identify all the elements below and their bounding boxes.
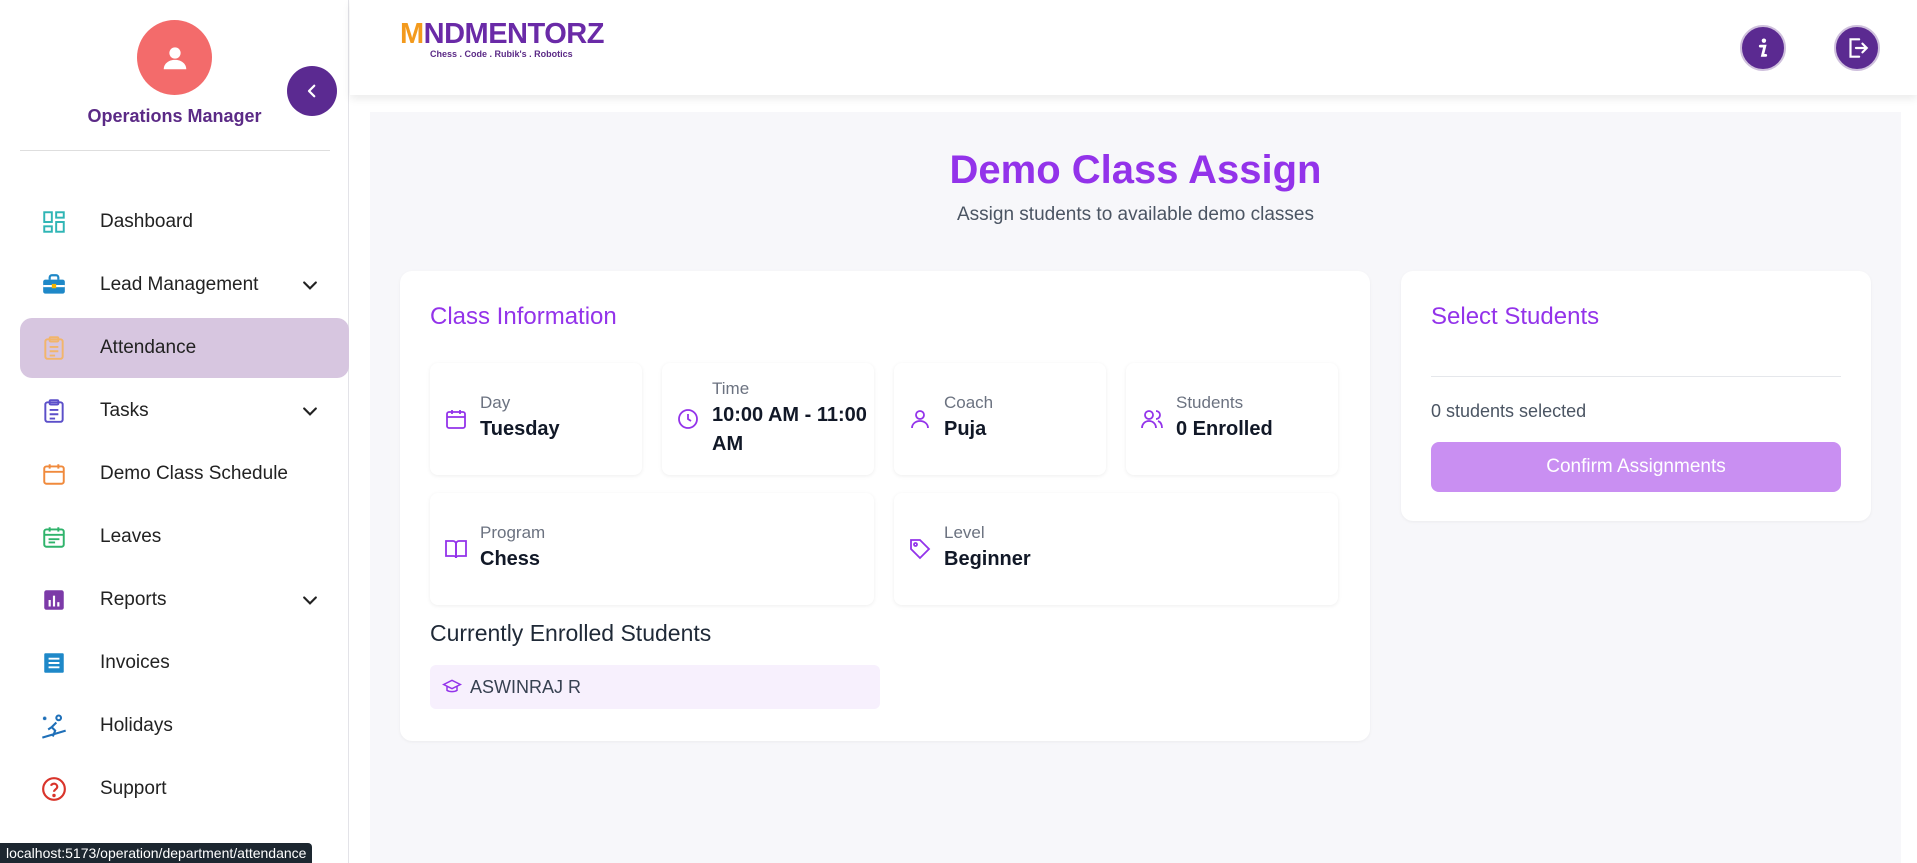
sidebar-item-label: Reports [100,589,167,610]
briefcase-icon [40,271,68,299]
status-url: localhost:5173/operation/department/atte… [0,843,313,863]
students-info: Students 0 Enrolled [1126,363,1338,475]
page-subtitle: Assign students to available demo classe… [957,204,1314,225]
enrolled-student-name: ASWINRAJ R [470,677,582,697]
sidebar: Operations Manager Dashboard Lead Manage… [0,0,349,863]
user-avatar[interactable] [137,20,212,95]
sidebar-item-label: Demo Class Schedule [100,463,288,484]
sidebar-item-support[interactable]: Support [20,759,349,819]
calendar-icon [446,410,466,429]
sidebar-item-dashboard[interactable]: Dashboard [20,192,349,252]
level-value: Beginner [944,548,1031,570]
coach-info: Coach Puja [894,363,1106,475]
sidebar-item-label: Invoices [100,652,170,673]
calendar-icon [40,460,68,488]
coach-label: Coach [944,393,994,412]
info-button[interactable] [1740,25,1786,71]
sidebar-item-attendance[interactable]: Attendance [20,318,349,378]
sidebar-item-leaves[interactable]: Leaves [20,507,349,567]
day-info: Day Tuesday [430,363,642,475]
level-info: Level Beginner [894,493,1338,605]
level-label: Level [944,523,985,542]
time-value-line2: AM [712,433,744,455]
selected-count: 0 students selected [1431,401,1587,421]
sidebar-item-label: Leaves [100,526,162,547]
sidebar-item-lead-management[interactable]: Lead Management [20,255,349,315]
chevron-left-icon [307,84,316,98]
info-icon [1758,38,1768,57]
select-students-title: Select Students [1431,303,1600,330]
coach-value: Puja [944,418,987,440]
time-label: Time [712,379,750,398]
sidebar-item-reports[interactable]: Reports [20,570,349,630]
support-icon [40,775,68,803]
holidays-icon [40,712,68,740]
dashboard-icon [40,208,68,236]
graduation-cap-icon [442,679,462,693]
sidebar-item-tasks[interactable]: Tasks [20,381,349,441]
time-info: Time 10:00 AM - 11:00 AM [662,363,874,475]
top-header: MNDMENTORZ Chess . Code . Rubik's . Robo… [350,0,1917,95]
logout-button[interactable] [1834,25,1880,71]
day-value: Tuesday [480,418,560,440]
class-information-card: Class Information Day Tuesday Time 10:00… [400,271,1370,741]
program-label: Program [480,523,546,542]
sidebar-item-invoices[interactable]: Invoices [20,633,349,693]
chevron-down-icon [303,596,317,605]
tasks-icon [40,397,68,425]
page-title: Demo Class Assign [949,148,1322,192]
time-value-line1: 10:00 AM - 11:00 [712,404,867,426]
user-icon [163,46,186,69]
sidebar-item-label: Lead Management [100,274,259,295]
enrolled-student-item: ASWINRAJ R [430,665,880,709]
sidebar-nav: Dashboard Lead Management Attendance Tas… [20,192,349,822]
select-students-card: Select Students 0 students selected Conf… [1401,271,1871,521]
leave-calendar-icon [40,523,68,551]
invoice-icon [40,649,68,677]
select-students-divider [1431,376,1841,377]
chevron-down-icon [303,281,317,290]
enrolled-students-title: Currently Enrolled Students [430,620,712,646]
students-value: 0 Enrolled [1176,418,1273,440]
users-icon [1141,410,1163,429]
reports-icon [40,586,68,614]
sidebar-item-label: Tasks [100,400,149,421]
confirm-assignments-button[interactable]: Confirm Assignments [1431,442,1841,492]
clock-icon [678,409,698,429]
sidebar-item-holidays[interactable]: Holidays [20,696,349,756]
chevron-down-icon [303,407,317,416]
user-icon [911,410,929,429]
sidebar-item-label: Attendance [100,337,197,358]
sidebar-item-label: Support [100,778,167,799]
collapse-sidebar-button[interactable] [287,66,337,116]
clipboard-icon [40,334,68,362]
main-content: Demo Class Assign Assign students to ava… [370,112,1901,863]
logout-icon [1849,38,1869,58]
program-value: Chess [480,548,541,570]
sidebar-item-label: Dashboard [100,211,193,232]
program-info: Program Chess [430,493,874,605]
book-icon [445,540,467,559]
sidebar-item-demo-class-schedule[interactable]: Demo Class Schedule [20,444,349,504]
day-label: Day [480,393,511,412]
sidebar-item-label: Holidays [100,715,173,736]
tag-icon [910,539,931,560]
brand-logo[interactable]: MNDMENTORZ Chess . Code . Rubik's . Robo… [400,18,604,59]
class-information-title: Class Information [430,303,617,330]
students-label: Students [1176,393,1244,412]
sidebar-divider [20,150,330,151]
